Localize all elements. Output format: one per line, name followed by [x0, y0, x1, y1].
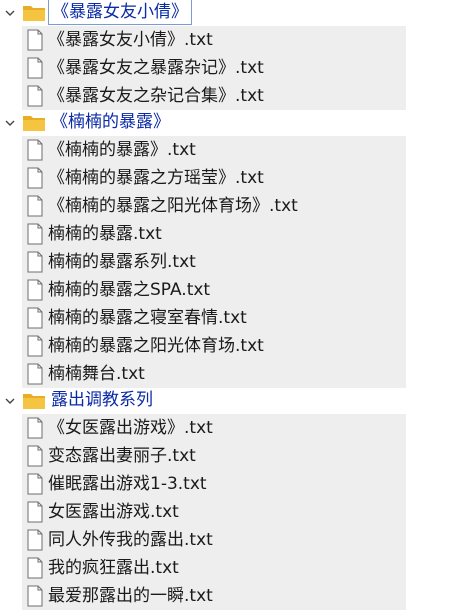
text-file-icon: [27, 139, 43, 161]
file-name: 催眠露出游戏1-3.txt: [48, 474, 207, 494]
file-item[interactable]: 最爱那露出的一瞬.txt: [22, 582, 406, 610]
text-file-icon: [27, 195, 43, 217]
file-item[interactable]: 《暴露女友之杂记合集》.txt: [22, 82, 406, 110]
file-list: 《楠楠的暴露》.txt 《楠楠的暴露之方瑶莹》.txt 《楠楠的暴露之阳光体育场》.…: [22, 136, 406, 388]
file-name: 《女医露出游戏》.txt: [48, 418, 213, 438]
file-item[interactable]: 楠楠的暴露.txt: [22, 220, 406, 248]
text-file-icon: [27, 57, 43, 79]
file-item[interactable]: 变态露出妻丽子.txt: [22, 442, 406, 470]
file-name: 楠楠的暴露之SPA.txt: [48, 280, 211, 300]
folder-label[interactable]: 《暴露女友小倩》: [48, 0, 192, 25]
text-file-icon: [27, 473, 43, 495]
text-file-icon: [27, 85, 43, 107]
file-item[interactable]: 《暴露女友之暴露杂记》.txt: [22, 54, 406, 82]
file-name: 楠楠的暴露.txt: [48, 224, 162, 244]
file-name: 《暴露女友之暴露杂记》.txt: [48, 58, 264, 78]
file-tree: 《暴露女友小倩》 《暴露女友小倩》.txt 《暴露女友之暴露杂记》.txt 《暴露女友…: [0, 0, 459, 610]
file-name: 楠楠的暴露之寝室春情.txt: [48, 308, 247, 328]
text-file-icon: [27, 223, 43, 245]
file-item[interactable]: 催眠露出游戏1-3.txt: [22, 470, 406, 498]
folder-icon: [23, 6, 45, 21]
folder-label[interactable]: 露出调教系列: [48, 388, 156, 412]
text-file-icon: [27, 501, 43, 523]
folder-row[interactable]: 露出调教系列: [0, 388, 459, 414]
file-list: 《女医露出游戏》.txt 变态露出妻丽子.txt 催眠露出游戏1-3.txt 女医露出…: [22, 414, 406, 610]
file-name: 楠楠的暴露之阳光体育场.txt: [48, 336, 264, 356]
file-name: 《暴露女友之杂记合集》.txt: [48, 86, 264, 106]
file-name: 楠楠舞台.txt: [48, 364, 145, 384]
file-item[interactable]: 《楠楠的暴露》.txt: [22, 136, 406, 164]
file-list: 《暴露女友小倩》.txt 《暴露女友之暴露杂记》.txt 《暴露女友之杂记合集》.t…: [22, 26, 406, 110]
text-file-icon: [27, 29, 43, 51]
file-name: 变态露出妻丽子.txt: [48, 446, 196, 466]
file-item[interactable]: 女医露出游戏.txt: [22, 498, 406, 526]
file-item[interactable]: 我的疯狂露出.txt: [22, 554, 406, 582]
file-name: 我的疯狂露出.txt: [48, 558, 179, 578]
text-file-icon: [27, 307, 43, 329]
file-item[interactable]: 《暴露女友小倩》.txt: [22, 26, 406, 54]
text-file-icon: [27, 335, 43, 357]
file-name: 《楠楠的暴露》.txt: [48, 140, 196, 160]
chevron-down-icon[interactable]: [4, 395, 16, 407]
text-file-icon: [27, 445, 43, 467]
file-item[interactable]: 《楠楠的暴露之方瑶莹》.txt: [22, 164, 406, 192]
file-item[interactable]: 《女医露出游戏》.txt: [22, 414, 406, 442]
file-name: 女医露出游戏.txt: [48, 502, 179, 522]
chevron-down-icon[interactable]: [4, 7, 16, 19]
file-name: 《楠楠的暴露之方瑶莹》.txt: [48, 168, 264, 188]
text-file-icon: [27, 167, 43, 189]
file-name: 最爱那露出的一瞬.txt: [48, 586, 213, 606]
text-file-icon: [27, 363, 43, 385]
text-file-icon: [27, 251, 43, 273]
file-item[interactable]: 《楠楠的暴露之阳光体育场》.txt: [22, 192, 406, 220]
chevron-down-icon[interactable]: [4, 117, 16, 129]
folder-icon: [23, 116, 45, 131]
file-item[interactable]: 楠楠的暴露之阳光体育场.txt: [22, 332, 406, 360]
text-file-icon: [27, 417, 43, 439]
file-item[interactable]: 楠楠的暴露之SPA.txt: [22, 276, 406, 304]
folder-icon: [23, 394, 45, 409]
file-item[interactable]: 同人外传我的露出.txt: [22, 526, 406, 554]
file-name: 《暴露女友小倩》.txt: [48, 30, 213, 50]
text-file-icon: [27, 279, 43, 301]
text-file-icon: [27, 529, 43, 551]
file-item[interactable]: 楠楠的暴露之寝室春情.txt: [22, 304, 406, 332]
folder-label[interactable]: 《楠楠的暴露》: [48, 110, 173, 134]
file-item[interactable]: 楠楠的暴露系列.txt: [22, 248, 406, 276]
file-name: 《楠楠的暴露之阳光体育场》.txt: [48, 196, 298, 216]
file-name: 同人外传我的露出.txt: [48, 530, 213, 550]
text-file-icon: [27, 557, 43, 579]
file-name: 楠楠的暴露系列.txt: [48, 252, 196, 272]
folder-row[interactable]: 《暴露女友小倩》: [0, 0, 459, 26]
folder-row[interactable]: 《楠楠的暴露》: [0, 110, 459, 136]
text-file-icon: [27, 585, 43, 607]
file-item[interactable]: 楠楠舞台.txt: [22, 360, 406, 388]
